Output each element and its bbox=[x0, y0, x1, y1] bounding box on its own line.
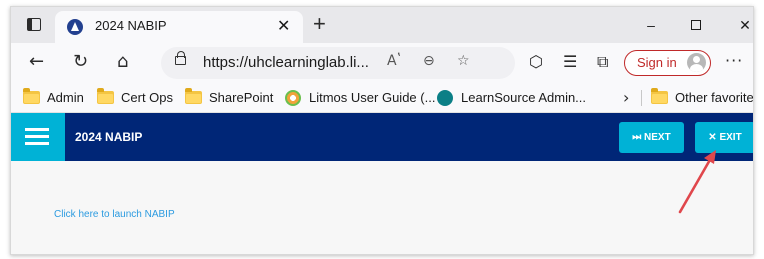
sharepoint-icon bbox=[437, 90, 453, 106]
favorites-bar: Admin Cert Ops SharePoint Litmos User Gu… bbox=[11, 83, 753, 113]
app-header: 2024 NABIP ⏭ NEXT ✕ EXIT bbox=[11, 113, 753, 161]
tab-strip: 2024 NABIP ✕ + – ✕ bbox=[11, 7, 753, 43]
favorite-label: SharePoint bbox=[209, 90, 274, 105]
menu-button[interactable] bbox=[11, 113, 65, 161]
refresh-icon[interactable]: ↻ bbox=[73, 51, 88, 73]
new-tab-button[interactable]: + bbox=[313, 12, 326, 36]
address-bar[interactable]: https://uhclearninglab.li... Aʽ ⊖ ☆ bbox=[161, 47, 515, 79]
chevron-right-icon[interactable]: › bbox=[623, 88, 629, 107]
page-title: 2024 NABIP bbox=[75, 130, 143, 144]
zoom-icon[interactable]: ⊖ bbox=[423, 53, 435, 69]
favorites-divider bbox=[641, 90, 642, 106]
launch-link[interactable]: Click here to launch NABIP bbox=[54, 209, 175, 220]
collections-icon[interactable]: ⧉ bbox=[597, 51, 608, 73]
favorite-label: Litmos User Guide (... bbox=[309, 90, 436, 105]
maximize-icon bbox=[691, 20, 701, 30]
content-area: Click here to launch NABIP bbox=[11, 161, 753, 254]
back-icon[interactable]: ← bbox=[29, 51, 44, 73]
exit-button[interactable]: ✕ EXIT bbox=[695, 122, 753, 153]
tab-active[interactable]: 2024 NABIP ✕ bbox=[55, 11, 303, 43]
tab-close-icon[interactable]: ✕ bbox=[277, 16, 290, 36]
folder-icon bbox=[97, 88, 114, 104]
minimize-button[interactable]: – bbox=[631, 13, 671, 37]
home-icon[interactable]: ⌂ bbox=[117, 51, 128, 73]
browser-window: 2024 NABIP ✕ + – ✕ ← ↻ ⌂ https://uhclear… bbox=[10, 6, 754, 255]
hamburger-line bbox=[25, 135, 49, 138]
favorite-label: LearnSource Admin... bbox=[461, 90, 587, 105]
favorite-label: Other favorites bbox=[675, 90, 754, 105]
folder-icon bbox=[185, 88, 202, 104]
hamburger-line bbox=[25, 142, 49, 145]
sign-in-label: Sign in bbox=[637, 55, 677, 70]
lock-icon[interactable] bbox=[175, 51, 186, 65]
uhc-favicon-icon bbox=[67, 19, 83, 35]
favorite-label: Admin bbox=[47, 90, 84, 105]
tab-title: 2024 NABIP bbox=[95, 18, 167, 33]
litmos-icon bbox=[285, 90, 301, 106]
folder-icon bbox=[23, 88, 40, 104]
read-aloud-icon[interactable]: Aʽ bbox=[387, 53, 401, 69]
favorite-label: Cert Ops bbox=[121, 90, 174, 105]
favorites-icon[interactable]: ☰ bbox=[563, 51, 577, 73]
browser-toolbar: ← ↻ ⌂ https://uhclearninglab.li... Aʽ ⊖ … bbox=[11, 43, 753, 83]
close-window-button[interactable]: ✕ bbox=[725, 13, 753, 37]
extensions-icon[interactable]: ⬡ bbox=[529, 51, 543, 73]
avatar-icon bbox=[687, 53, 706, 72]
address-url[interactable]: https://uhclearninglab.li... bbox=[203, 54, 369, 71]
sign-in-button[interactable]: Sign in bbox=[624, 50, 711, 76]
more-options-icon[interactable]: ··· bbox=[725, 51, 743, 70]
maximize-button[interactable] bbox=[676, 13, 716, 37]
folder-icon bbox=[651, 88, 668, 104]
tab-actions-icon[interactable] bbox=[27, 18, 41, 31]
hamburger-line bbox=[25, 128, 49, 131]
add-favorite-icon[interactable]: ☆ bbox=[457, 53, 470, 69]
next-button[interactable]: ⏭ NEXT bbox=[619, 122, 684, 153]
